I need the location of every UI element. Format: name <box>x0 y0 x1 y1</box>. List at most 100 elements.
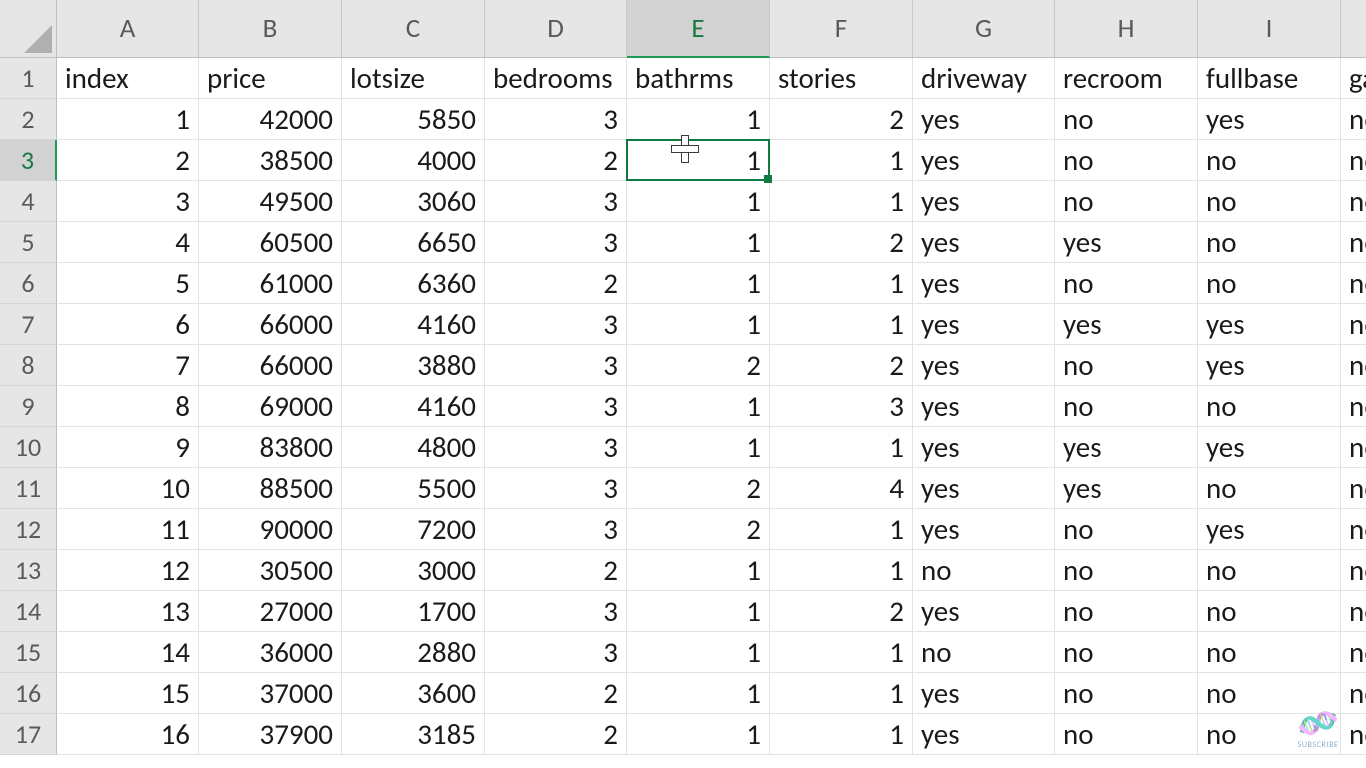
cell[interactable]: 3 <box>485 591 627 632</box>
cell[interactable]: 66000 <box>199 345 342 386</box>
cell[interactable]: 3 <box>485 345 627 386</box>
cell[interactable]: 12 <box>57 550 199 591</box>
cell[interactable]: yes <box>913 591 1055 632</box>
cell[interactable]: no <box>1341 427 1366 468</box>
cell[interactable]: yes <box>913 673 1055 714</box>
cell[interactable]: no <box>1055 714 1198 755</box>
cell[interactable]: no <box>1341 222 1366 263</box>
cell[interactable]: 1 <box>627 714 770 755</box>
cell[interactable]: no <box>1055 550 1198 591</box>
cell[interactable]: yes <box>913 99 1055 140</box>
cell[interactable]: 2 <box>627 468 770 509</box>
cell[interactable]: no <box>1341 99 1366 140</box>
cell[interactable]: 3 <box>485 99 627 140</box>
cell[interactable]: 10 <box>57 468 199 509</box>
cell[interactable]: 3 <box>485 181 627 222</box>
cell[interactable]: 1 <box>627 222 770 263</box>
cell[interactable]: no <box>1055 673 1198 714</box>
cell[interactable]: no <box>1198 632 1341 673</box>
cell[interactable]: no <box>1341 386 1366 427</box>
cell[interactable]: no <box>1341 550 1366 591</box>
cell[interactable]: 6650 <box>342 222 485 263</box>
header-cell[interactable]: stories <box>770 58 913 99</box>
cell[interactable]: 14 <box>57 632 199 673</box>
column-header-H[interactable]: H <box>1055 0 1198 58</box>
cell[interactable]: no <box>1341 263 1366 304</box>
header-cell[interactable]: lotsize <box>342 58 485 99</box>
row-header-11[interactable]: 11 <box>0 468 57 509</box>
cell[interactable]: 83800 <box>199 427 342 468</box>
cell[interactable]: 3 <box>485 509 627 550</box>
cell[interactable]: no <box>1341 345 1366 386</box>
cell[interactable]: 66000 <box>199 304 342 345</box>
cell[interactable]: no <box>1198 386 1341 427</box>
cell[interactable]: 9 <box>57 427 199 468</box>
cell[interactable]: 1 <box>627 550 770 591</box>
row-header-14[interactable]: 14 <box>0 591 57 632</box>
header-cell[interactable]: index <box>57 58 199 99</box>
row-header-4[interactable]: 4 <box>0 181 57 222</box>
cell[interactable]: 3 <box>770 386 913 427</box>
cell[interactable]: no <box>1341 468 1366 509</box>
cell[interactable]: 1 <box>627 673 770 714</box>
cell[interactable]: 5500 <box>342 468 485 509</box>
cell[interactable]: 4160 <box>342 304 485 345</box>
row-header-5[interactable]: 5 <box>0 222 57 263</box>
column-header-J[interactable]: J <box>1341 0 1366 58</box>
cell[interactable]: yes <box>913 222 1055 263</box>
cell[interactable]: yes <box>913 263 1055 304</box>
cell[interactable]: 3880 <box>342 345 485 386</box>
cell[interactable]: 3000 <box>342 550 485 591</box>
cell[interactable]: 2 <box>627 345 770 386</box>
cell[interactable]: 5850 <box>342 99 485 140</box>
column-header-B[interactable]: B <box>199 0 342 58</box>
cell[interactable]: 2 <box>485 673 627 714</box>
header-cell[interactable]: bathrms <box>627 58 770 99</box>
cell[interactable]: 3185 <box>342 714 485 755</box>
cell[interactable]: 3600 <box>342 673 485 714</box>
cell[interactable]: 3 <box>485 468 627 509</box>
cell[interactable]: 1 <box>627 591 770 632</box>
cell[interactable]: no <box>1341 714 1366 755</box>
spreadsheet[interactable]: ABCDEFGHIJ 1234567891011121314151617 ind… <box>0 0 1366 768</box>
cell[interactable]: 60500 <box>199 222 342 263</box>
row-header-13[interactable]: 13 <box>0 550 57 591</box>
cell[interactable]: no <box>1198 673 1341 714</box>
cell[interactable]: no <box>1055 591 1198 632</box>
cell-grid[interactable]: indexpricelotsizebedroomsbathrmsstoriesd… <box>57 58 1366 755</box>
cell[interactable]: 16 <box>57 714 199 755</box>
row-header-9[interactable]: 9 <box>0 386 57 427</box>
cell[interactable]: 1 <box>627 99 770 140</box>
header-cell[interactable]: bedrooms <box>485 58 627 99</box>
cell[interactable]: 11 <box>57 509 199 550</box>
cell[interactable]: 7 <box>57 345 199 386</box>
cell[interactable]: 2 <box>770 345 913 386</box>
cell[interactable]: 2 <box>770 99 913 140</box>
cell[interactable]: 88500 <box>199 468 342 509</box>
cell[interactable]: no <box>1341 509 1366 550</box>
cell[interactable]: yes <box>1198 99 1341 140</box>
cell[interactable]: 2 <box>770 222 913 263</box>
cell[interactable]: 2 <box>485 714 627 755</box>
cell[interactable]: no <box>1198 222 1341 263</box>
row-header-7[interactable]: 7 <box>0 304 57 345</box>
column-header-E[interactable]: E <box>627 0 770 58</box>
row-header-6[interactable]: 6 <box>0 263 57 304</box>
select-all-corner[interactable] <box>0 0 57 58</box>
cell[interactable]: no <box>1198 591 1341 632</box>
cell[interactable]: 4160 <box>342 386 485 427</box>
column-header-F[interactable]: F <box>770 0 913 58</box>
cell[interactable]: no <box>1341 632 1366 673</box>
cell[interactable]: no <box>1055 140 1198 181</box>
cell[interactable]: no <box>1341 181 1366 222</box>
cell[interactable]: 69000 <box>199 386 342 427</box>
column-header-G[interactable]: G <box>913 0 1055 58</box>
cell[interactable]: yes <box>1198 509 1341 550</box>
cell[interactable]: no <box>1055 632 1198 673</box>
cell[interactable]: 1 <box>627 427 770 468</box>
cell[interactable]: 1 <box>770 140 913 181</box>
cell[interactable]: no <box>1341 304 1366 345</box>
row-header-10[interactable]: 10 <box>0 427 57 468</box>
cell[interactable]: 1700 <box>342 591 485 632</box>
cell[interactable]: yes <box>913 509 1055 550</box>
